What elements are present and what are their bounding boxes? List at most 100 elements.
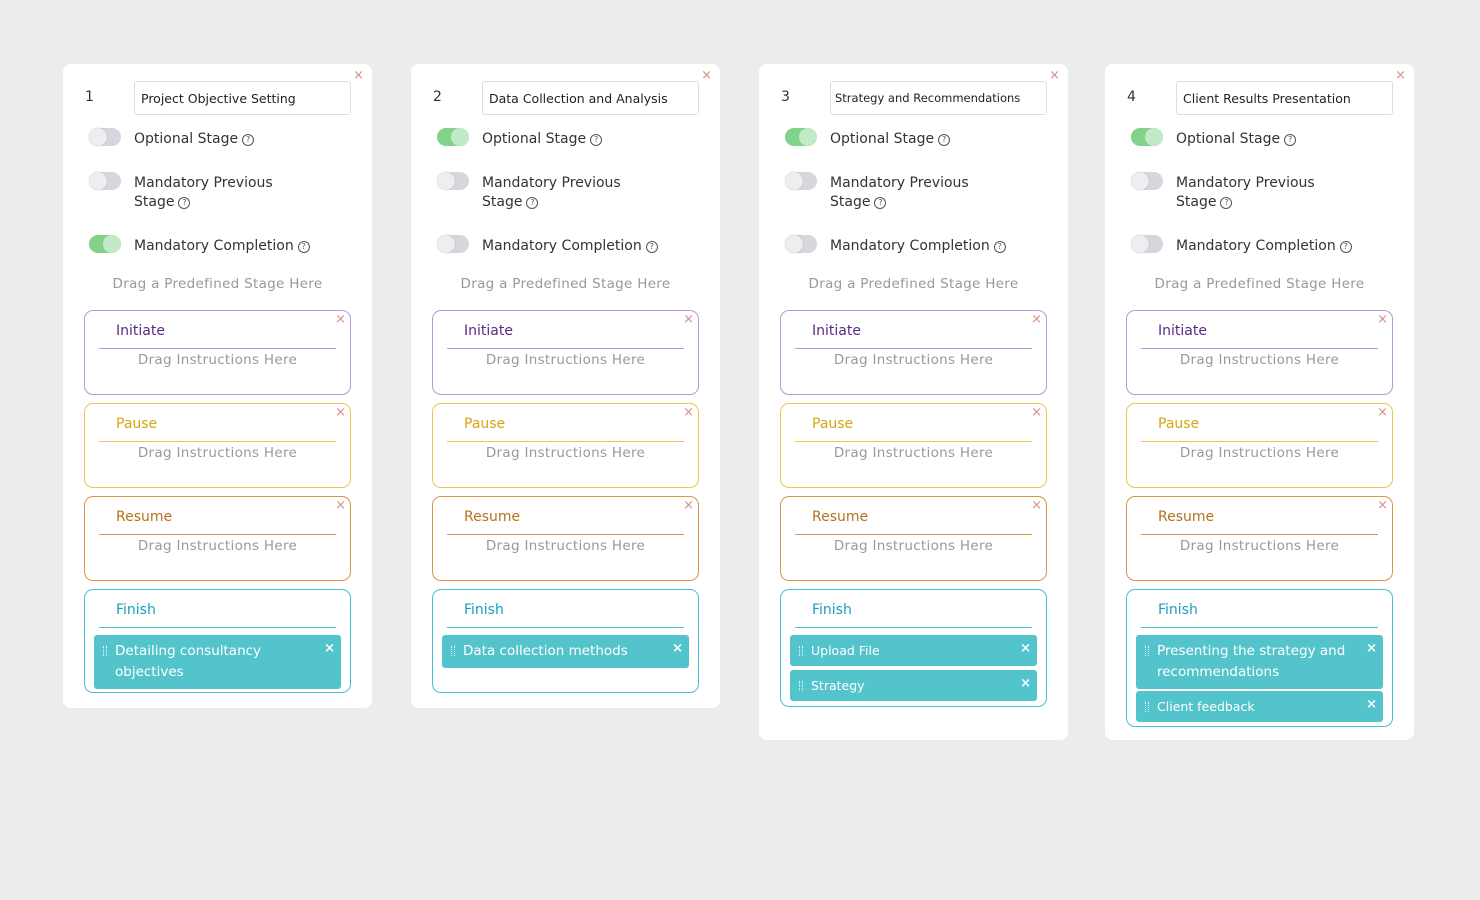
instructions-dropzone[interactable]: Drag Instructions Here [85,538,350,554]
close-icon[interactable]: × [335,405,346,420]
toggle-knob [785,235,803,253]
initiate-section[interactable]: × Initiate Drag Instructions Here [780,310,1047,395]
initiate-section[interactable]: × Initiate Drag Instructions Here [1126,310,1393,395]
initiate-section[interactable]: × Initiate Drag Instructions Here [84,310,351,395]
close-icon[interactable]: × [1377,312,1388,327]
pause-section[interactable]: × Pause Drag Instructions Here [780,403,1047,488]
instruction-chip[interactable]: Data collection methods × [442,635,689,668]
predefined-stage-dropzone[interactable]: Drag a Predefined Stage Here [781,276,1046,292]
mandatory-completion-toggle[interactable] [1131,235,1163,253]
drag-handle-icon[interactable] [799,681,803,691]
close-icon[interactable]: × [1020,673,1031,694]
close-icon[interactable]: × [1049,68,1060,84]
resume-section[interactable]: × Resume Drag Instructions Here [1126,496,1393,581]
instruction-chip[interactable]: Upload File × [790,635,1037,666]
mandatory-completion-toggle[interactable] [785,235,817,253]
instructions-dropzone[interactable]: Drag Instructions Here [433,538,698,554]
stage-name-input[interactable] [134,81,351,115]
initiate-section[interactable]: × Initiate Drag Instructions Here [432,310,699,395]
finish-section[interactable]: Finish Data collection methods × [432,589,699,693]
help-icon[interactable]: ? [993,241,1006,253]
drag-handle-icon[interactable] [1145,646,1149,656]
close-icon[interactable]: × [1031,405,1042,420]
predefined-stage-dropzone[interactable]: Drag a Predefined Stage Here [85,276,350,292]
instructions-dropzone[interactable]: Drag Instructions Here [433,445,698,461]
resume-section[interactable]: × Resume Drag Instructions Here [432,496,699,581]
resume-section[interactable]: × Resume Drag Instructions Here [84,496,351,581]
instructions-dropzone[interactable]: Drag Instructions Here [1127,352,1392,368]
mandatory-previous-toggle[interactable] [437,172,469,190]
drag-handle-icon[interactable] [451,646,455,656]
instruction-chip[interactable]: Presenting the strategy and recommendati… [1136,635,1383,689]
instructions-dropzone[interactable]: Drag Instructions Here [1127,445,1392,461]
pause-section[interactable]: × Pause Drag Instructions Here [432,403,699,488]
drag-handle-icon[interactable] [1145,702,1149,712]
predefined-stage-dropzone[interactable]: Drag a Predefined Stage Here [433,276,698,292]
mandatory-completion-toggle[interactable] [437,235,469,253]
instruction-chip[interactable]: Detailing consultancy objectives × [94,635,341,689]
close-icon[interactable]: × [672,638,683,659]
stage-name-input[interactable] [830,81,1047,115]
stage-number: 1 [85,89,94,105]
close-icon[interactable]: × [335,498,346,513]
close-icon[interactable]: × [1377,498,1388,513]
close-icon[interactable]: × [1366,638,1377,659]
close-icon[interactable]: × [353,68,364,84]
instruction-chip[interactable]: Client feedback × [1136,691,1383,722]
close-icon[interactable]: × [335,312,346,327]
mandatory-completion-label: Mandatory Completion? [1176,237,1366,256]
close-icon[interactable]: × [1031,498,1042,513]
help-icon[interactable]: ? [1220,197,1233,209]
stage-name-input[interactable] [1176,81,1393,115]
help-icon[interactable]: ? [1339,241,1352,253]
instruction-chip[interactable]: Strategy × [790,670,1037,701]
pause-section[interactable]: × Pause Drag Instructions Here [84,403,351,488]
close-icon[interactable]: × [324,638,335,659]
resume-section[interactable]: × Resume Drag Instructions Here [780,496,1047,581]
finish-section[interactable]: Finish Upload File × Strategy × [780,589,1047,707]
mandatory-previous-toggle[interactable] [89,172,121,190]
instructions-dropzone[interactable]: Drag Instructions Here [781,445,1046,461]
help-icon[interactable]: ? [297,241,310,253]
help-icon[interactable]: ? [874,197,887,209]
close-icon[interactable]: × [701,68,712,84]
help-icon[interactable]: ? [526,197,539,209]
instruction-chip-label: Upload File [811,643,880,658]
instructions-dropzone[interactable]: Drag Instructions Here [433,352,698,368]
finish-section[interactable]: Finish Detailing consultancy objectives … [84,589,351,693]
optional-stage-toggle[interactable] [785,128,817,146]
pause-section[interactable]: × Pause Drag Instructions Here [1126,403,1393,488]
instructions-dropzone[interactable]: Drag Instructions Here [781,538,1046,554]
optional-stage-toggle[interactable] [89,128,121,146]
predefined-stage-dropzone[interactable]: Drag a Predefined Stage Here [1127,276,1392,292]
instructions-dropzone[interactable]: Drag Instructions Here [85,352,350,368]
help-icon[interactable]: ? [242,134,255,146]
close-icon[interactable]: × [1395,68,1406,84]
drag-handle-icon[interactable] [103,646,107,656]
close-icon[interactable]: × [1366,694,1377,715]
close-icon[interactable]: × [683,312,694,327]
stage-name-input[interactable] [482,81,699,115]
drag-handle-icon[interactable] [799,646,803,656]
finish-section[interactable]: Finish Presenting the strategy and recom… [1126,589,1393,727]
close-icon[interactable]: × [1031,312,1042,327]
help-icon[interactable]: ? [645,241,658,253]
instructions-dropzone[interactable]: Drag Instructions Here [1127,538,1392,554]
mandatory-previous-toggle[interactable] [1131,172,1163,190]
close-icon[interactable]: × [1377,405,1388,420]
instructions-dropzone[interactable]: Drag Instructions Here [85,445,350,461]
help-icon[interactable]: ? [590,134,603,146]
optional-stage-toggle[interactable] [437,128,469,146]
close-icon[interactable]: × [683,498,694,513]
mandatory-previous-toggle[interactable] [785,172,817,190]
close-icon[interactable]: × [683,405,694,420]
section-title: Resume [795,507,1032,535]
help-icon[interactable]: ? [178,197,191,209]
close-icon[interactable]: × [1020,638,1031,659]
optional-stage-label: Optional Stage? [134,130,294,149]
mandatory-completion-toggle[interactable] [89,235,121,253]
instructions-dropzone[interactable]: Drag Instructions Here [781,352,1046,368]
help-icon[interactable]: ? [1284,134,1297,146]
optional-stage-toggle[interactable] [1131,128,1163,146]
help-icon[interactable]: ? [938,134,951,146]
